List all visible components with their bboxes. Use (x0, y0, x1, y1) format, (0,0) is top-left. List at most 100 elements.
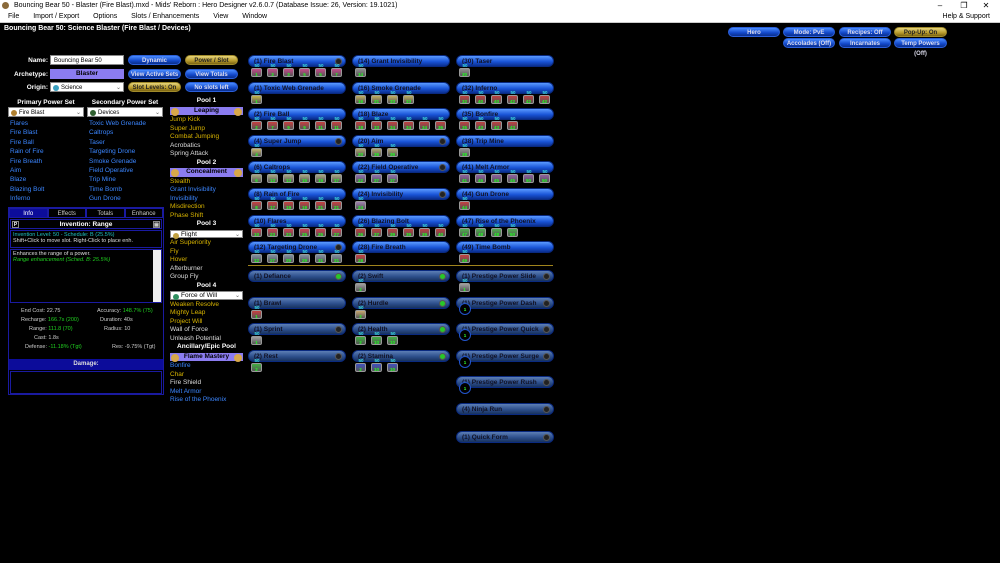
enhancement-slot[interactable]: 50 19 (299, 196, 311, 210)
pool-selector[interactable]: Leaping (170, 106, 243, 116)
toggle-indicator-icon[interactable] (335, 137, 342, 145)
enhancement-slot[interactable]: 50 25 (315, 223, 327, 237)
enhancement-slot[interactable]: 50 39 (419, 223, 431, 237)
pin-icon[interactable]: P (12, 221, 19, 228)
pool-prev-icon[interactable] (171, 169, 179, 177)
pool-power-item[interactable]: Hover (170, 256, 243, 265)
enhancement-slot[interactable]: 50 4 (251, 143, 263, 157)
enhancement-slot[interactable]: 50 29 (299, 249, 311, 264)
enhancement-slot[interactable]: 50 2 (355, 358, 367, 372)
enhancement-slot[interactable]: 50 2 (355, 331, 367, 346)
enhancement-slot[interactable]: 50 9 (299, 116, 311, 131)
pool-power-item[interactable]: Spring Attack (170, 150, 243, 159)
enhancement-slot[interactable]: 50 3 (283, 63, 295, 77)
pool-power-item[interactable]: Mighty Leap (170, 309, 243, 318)
toggle-indicator-icon[interactable] (543, 433, 550, 441)
enhancement-slot[interactable]: 50 39 (403, 223, 415, 237)
enhancement-slot[interactable]: 50 5 (315, 63, 327, 77)
primary-power-item[interactable]: Fire Ball (10, 138, 86, 147)
enhancement-slot[interactable]: 50 1 (251, 305, 263, 319)
pool-next-icon[interactable] (234, 353, 242, 362)
toggle-indicator-icon[interactable] (543, 273, 550, 280)
enhancement-slot[interactable]: 50 27 (331, 223, 343, 237)
pool-power-item[interactable]: Grant Invisibility (170, 186, 243, 195)
enhancement-slot[interactable]: 50 33 (403, 90, 415, 104)
view-totals-button[interactable]: View Totals (185, 69, 238, 79)
name-input[interactable]: Bouncing Bear 50 (50, 55, 124, 65)
enhancement-slot[interactable]: 50 49 (459, 249, 471, 264)
enhancement-slot[interactable]: 50 1 (251, 331, 263, 346)
menu-help-support[interactable]: Help & Support (943, 11, 990, 23)
enhancement-slot[interactable]: 50 31 (371, 90, 383, 104)
enhancement-slot[interactable]: 50 23 (267, 223, 279, 237)
empty-slot[interactable]: 1 (459, 329, 471, 345)
toggle-indicator-icon[interactable] (335, 352, 342, 360)
accolades-button[interactable]: Accolades (Off) (783, 38, 835, 48)
primary-power-item[interactable]: Fire Breath (10, 157, 86, 166)
enhancement-slot[interactable]: 50 50 (539, 170, 551, 184)
enhancement-slot[interactable]: 50 15 (315, 170, 327, 184)
tab-totals[interactable]: Totals (86, 208, 125, 218)
enhancement-slot[interactable]: 50 14 (355, 63, 367, 77)
toggle-indicator-icon[interactable] (439, 191, 446, 198)
enhancement-slot[interactable]: 50 1 (251, 63, 263, 77)
archetype-selector[interactable]: Blaster (50, 69, 124, 79)
minimize-button[interactable]: – (930, 0, 950, 11)
enhancement-slot[interactable]: 50 21 (315, 196, 327, 210)
pool-power-item[interactable]: Project Will (170, 318, 243, 327)
enhancement-slot[interactable]: 50 21 (331, 196, 343, 210)
empty-slot[interactable]: 1 (459, 382, 471, 398)
power-bar[interactable]: (4) Ninja Run (456, 403, 554, 415)
secondary-power-item[interactable]: Taser (89, 138, 165, 147)
pool-next-icon[interactable] (234, 169, 242, 177)
toggle-indicator-icon[interactable] (439, 164, 446, 172)
enhancement-slot[interactable]: 50 8 (251, 196, 263, 210)
enhancement-slot[interactable]: 50 7 (331, 63, 343, 77)
enhancement-slot[interactable]: 50 45 (491, 170, 503, 184)
enhancement-slot[interactable]: 50 10 (371, 358, 383, 372)
enhancement-slot[interactable]: 50 34 (403, 116, 415, 131)
menu-view[interactable]: View (213, 13, 228, 20)
enhancement-slot[interactable]: 50 18 (355, 116, 367, 131)
power-bar[interactable]: (1) Quick Form (456, 430, 554, 443)
pool-power-item[interactable]: Fire Shield (170, 379, 243, 388)
toggle-indicator-icon[interactable] (439, 137, 446, 145)
pool-selector[interactable]: Flame Mastery (170, 352, 243, 362)
maximize-button[interactable]: ❐ (954, 0, 974, 11)
pool-next-icon[interactable] (234, 107, 242, 116)
enhancement-slot[interactable]: 50 2 (251, 358, 263, 372)
popup-button[interactable]: Pop-Up: On (894, 27, 947, 37)
enhancement-slot[interactable]: 50 36 (387, 143, 399, 157)
incarnates-button[interactable]: Incarnates (839, 38, 891, 48)
pool-power-item[interactable]: Super Jump (170, 125, 243, 134)
pool-power-item[interactable]: Bonfire (170, 362, 243, 371)
enhancement-slot[interactable]: 50 3 (267, 63, 279, 77)
pool-power-item[interactable]: Char (170, 371, 243, 380)
secondary-power-item[interactable]: Toxic Web Grenade (89, 119, 165, 128)
pool-power-item[interactable]: Rise of the Phoenix (170, 396, 243, 405)
enhancement-slot[interactable]: 50 32 (459, 90, 471, 104)
tab-info[interactable]: Info (9, 208, 48, 218)
pool-power-item[interactable]: Group Fly (170, 273, 243, 282)
enhancement-slot[interactable]: 50 20 (355, 143, 367, 157)
expand-icon[interactable]: ▤ (153, 221, 160, 228)
enhancement-slot[interactable]: 50 2 (251, 116, 263, 131)
pool-power-item[interactable]: Combat Jumping (170, 133, 243, 142)
enhancement-slot[interactable]: 50 10 (387, 358, 399, 372)
pool-prev-icon[interactable] (171, 107, 179, 116)
toggle-indicator-icon[interactable] (439, 326, 446, 334)
enhancement-slot[interactable]: 50 35 (459, 116, 471, 131)
close-button[interactable]: ✕ (976, 0, 996, 11)
secondary-power-item[interactable]: Gun Drone (89, 194, 165, 203)
origin-dropdown[interactable]: Science ⌄ (50, 82, 124, 92)
no-slots-left-button[interactable]: No slots left (185, 82, 238, 92)
pool-power-item[interactable]: Jump Kick (170, 116, 243, 125)
enhancement-slot[interactable]: 50 6 (251, 170, 263, 184)
primary-power-item[interactable]: Inferno (10, 194, 86, 203)
tab-effects[interactable]: Effects (47, 208, 86, 218)
tab-enhance[interactable]: Enhance (124, 208, 163, 218)
enhancement-slot[interactable]: 50 36 (371, 143, 383, 157)
menu-import-export[interactable]: Import / Export (33, 13, 79, 20)
enhancement-slot[interactable]: 50 47 (459, 223, 471, 237)
enhancement-slot[interactable]: 50 26 (355, 223, 367, 237)
